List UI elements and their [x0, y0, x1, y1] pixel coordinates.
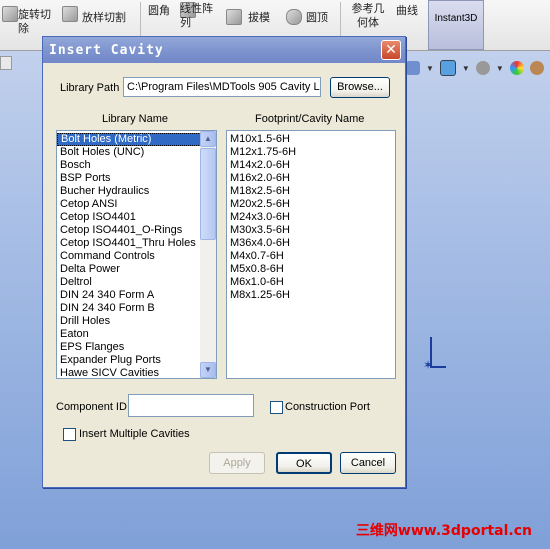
- footprint-list-item[interactable]: M16x2.0-6H: [227, 172, 395, 185]
- hide-show-items-icon[interactable]: [475, 61, 490, 75]
- library-list-item[interactable]: Delta Power: [57, 263, 201, 276]
- footprint-list-item[interactable]: M6x1.0-6H: [227, 276, 395, 289]
- heads-up-view-toolbar: ▼ ▼ ▼: [406, 58, 544, 78]
- watermark: 三维网www.3dportal.cn: [355, 523, 532, 539]
- instant3d-button[interactable]: Instant3D: [428, 0, 484, 50]
- ribbon-loft-cut[interactable]: 放样切割: [82, 9, 126, 25]
- ribbon-draft[interactable]: 拔模: [248, 9, 270, 25]
- library-name-list[interactable]: Bolt Holes (Metric) Bolt Holes (UNC) Bosch…: [56, 130, 217, 379]
- library-path-field[interactable]: C:\Program Files\MDTools 905 Cavity Li: [123, 77, 321, 97]
- library-list-item[interactable]: Bosch: [57, 159, 201, 172]
- footprint-list-item[interactable]: M20x2.5-6H: [227, 198, 395, 211]
- footprint-list-item[interactable]: M5x0.8-6H: [227, 263, 395, 276]
- ok-button[interactable]: OK: [276, 452, 332, 474]
- dialog-title: Insert Cavity: [49, 42, 164, 58]
- construction-port-checkbox[interactable]: [270, 401, 283, 414]
- display-style-icon[interactable]: [439, 60, 456, 76]
- dropdown-arrow-icon[interactable]: ▼: [426, 64, 434, 73]
- library-list-item[interactable]: BSP Ports: [57, 172, 201, 185]
- component-id-input[interactable]: [128, 394, 254, 417]
- triad-origin-icon: ✶: [423, 358, 434, 372]
- edit-appearance-icon[interactable]: [509, 61, 524, 75]
- footprint-list-item[interactable]: M4x0.7-6H: [227, 250, 395, 263]
- ribbon-revolve-cut[interactable]: 旋转切除: [18, 8, 56, 36]
- library-list-item[interactable]: Cetop ANSI: [57, 198, 201, 211]
- dome-icon: [286, 9, 302, 25]
- insert-multiple-label: Insert Multiple Cavities: [79, 428, 190, 440]
- library-list-item[interactable]: Expander Plug Ports: [57, 354, 201, 367]
- library-list-item[interactable]: Hawe SICV Cavities: [57, 367, 201, 378]
- library-list-item[interactable]: DIN 24 340 Form B: [57, 302, 201, 315]
- insert-multiple-checkbox[interactable]: [63, 428, 76, 441]
- scene-icon[interactable]: [529, 61, 544, 75]
- library-list-item[interactable]: Deltrol: [57, 276, 201, 289]
- draft-icon: [226, 9, 242, 25]
- library-list-item[interactable]: Cetop ISO4401: [57, 211, 201, 224]
- library-items: Bolt Holes (Metric) Bolt Holes (UNC) Bosch…: [57, 131, 201, 378]
- ribbon-fillet[interactable]: 圆角: [148, 2, 170, 18]
- close-icon: ✕: [385, 41, 397, 57]
- footprint-list-item[interactable]: M10x1.5-6H: [227, 133, 395, 146]
- library-list-item[interactable]: Cetop ISO4401_O-Rings: [57, 224, 201, 237]
- library-list-item[interactable]: EPS Flanges: [57, 341, 201, 354]
- footprint-list-item[interactable]: M8x1.25-6H: [227, 289, 395, 302]
- apply-button[interactable]: Apply: [209, 452, 265, 474]
- footprint-list-item[interactable]: M12x1.75-6H: [227, 146, 395, 159]
- dropdown-arrow-icon[interactable]: ▼: [496, 64, 504, 73]
- footprint-list-item[interactable]: M30x3.5-6H: [227, 224, 395, 237]
- browse-button[interactable]: Browse...: [330, 77, 390, 98]
- scroll-thumb[interactable]: [200, 148, 216, 240]
- ribbon-dome[interactable]: 圆顶: [306, 9, 328, 25]
- library-list-item[interactable]: DIN 24 340 Form A: [57, 289, 201, 302]
- insert-cavity-dialog: Insert Cavity ✕ Library Path C:\Program …: [42, 36, 406, 488]
- library-list-scrollbar[interactable]: ▲ ▼: [200, 131, 216, 378]
- scroll-down-button[interactable]: ▼: [200, 362, 216, 378]
- view-orientation-icon[interactable]: [406, 61, 420, 75]
- instant3d-label: Instant3D: [434, 13, 478, 24]
- library-list-item[interactable]: Bolt Holes (Metric): [57, 133, 201, 146]
- footprint-items: M10x1.5-6H M12x1.75-6H M14x2.0-6H M16x2.0-6…: [227, 131, 395, 302]
- library-list-item[interactable]: Command Controls: [57, 250, 201, 263]
- construction-port-label: Construction Port: [285, 401, 370, 413]
- footprint-list-item[interactable]: M18x2.5-6H: [227, 185, 395, 198]
- library-list-item[interactable]: Eaton: [57, 328, 201, 341]
- library-name-header: Library Name: [102, 113, 169, 125]
- footprint-header: Footprint/Cavity Name: [255, 113, 365, 125]
- feature-tree-tab[interactable]: [0, 56, 12, 70]
- scroll-up-button[interactable]: ▲: [200, 131, 216, 147]
- footprint-list[interactable]: M10x1.5-6H M12x1.75-6H M14x2.0-6H M16x2.0-6…: [226, 130, 396, 379]
- library-list-item[interactable]: Drill Holes: [57, 315, 201, 328]
- cancel-button[interactable]: Cancel: [340, 452, 396, 474]
- revolve-cut-icon: [2, 6, 18, 22]
- library-list-item[interactable]: Cetop ISO4401_Thru Holes: [57, 237, 201, 250]
- library-list-item[interactable]: Bucher Hydraulics: [57, 185, 201, 198]
- dialog-titlebar[interactable]: Insert Cavity: [43, 37, 405, 63]
- library-list-item[interactable]: Bolt Holes (UNC): [57, 146, 201, 159]
- dropdown-arrow-icon[interactable]: ▼: [462, 64, 470, 73]
- footprint-list-item[interactable]: M14x2.0-6H: [227, 159, 395, 172]
- ribbon-linear-pattern[interactable]: 线性阵列: [180, 2, 216, 30]
- ribbon-curves[interactable]: 曲线: [396, 2, 418, 18]
- library-path-label: Library Path: [60, 82, 120, 94]
- component-id-label: Component ID: [56, 401, 127, 413]
- loft-cut-icon: [62, 6, 78, 22]
- footprint-list-item[interactable]: M36x4.0-6H: [227, 237, 395, 250]
- close-button[interactable]: ✕: [381, 40, 401, 60]
- footprint-list-item[interactable]: M24x3.0-6H: [227, 211, 395, 224]
- ribbon-reference-geometry[interactable]: 参考几何体: [348, 2, 388, 30]
